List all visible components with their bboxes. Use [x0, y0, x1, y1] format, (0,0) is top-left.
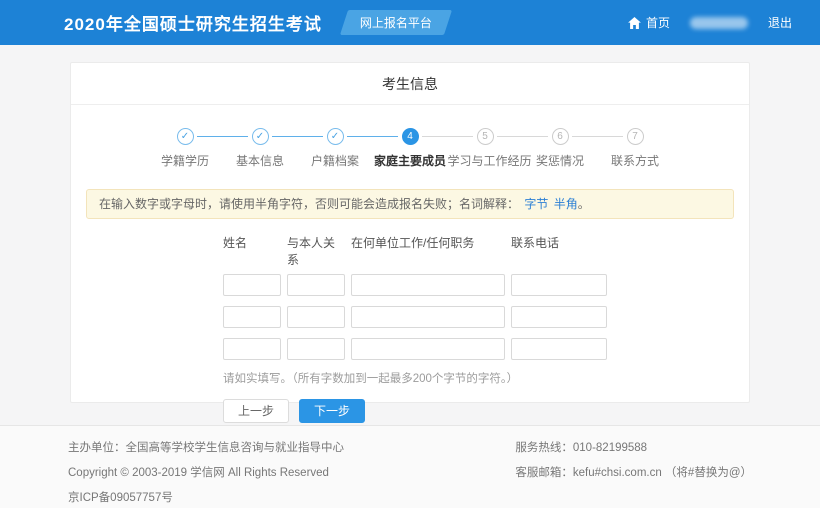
step-contact-info[interactable]: 7 联系方式 — [598, 128, 673, 169]
icp-number: 京ICP备09057757号 — [68, 489, 344, 505]
name-input-3[interactable] — [223, 338, 281, 360]
step-label: 联系方式 — [598, 152, 673, 169]
halfwidth-link[interactable]: 半角 — [554, 197, 578, 211]
byte-link[interactable]: 字节 — [524, 197, 548, 211]
relationship-input-1[interactable] — [287, 274, 345, 296]
name-input-2[interactable] — [223, 306, 281, 328]
masked-username[interactable] — [690, 17, 748, 29]
check-icon: ✓ — [327, 128, 344, 145]
member-row-3 — [223, 338, 749, 360]
family-members-form: 姓名 与本人关系 在何单位工作/任何职务 联系电话 请如实填写。（所有字数加到一… — [71, 219, 749, 423]
step-student-status[interactable]: ✓ 学籍学历 — [148, 128, 223, 169]
fill-truthfully-note: 请如实填写。（所有字数加到一起最多200个字节的字符。） — [223, 370, 749, 386]
step-number: 4 — [402, 128, 419, 145]
home-icon — [628, 17, 641, 29]
notice-text: 在输入数字或字母时，请使用半角字符，否则可能会造成报名失败；名词解释： — [99, 197, 519, 211]
workunit-input-2[interactable] — [351, 306, 505, 328]
next-step-button[interactable]: 下一步 — [299, 399, 365, 423]
col-name: 姓名 — [223, 234, 281, 268]
step-number: 5 — [477, 128, 494, 145]
phone-input-3[interactable] — [511, 338, 607, 360]
page-footer: 主办单位：全国高等学校学生信息咨询与就业指导中心 Copyright © 200… — [0, 425, 820, 508]
form-actions: 上一步 下一步 — [223, 399, 749, 423]
col-phone: 联系电话 — [511, 234, 607, 268]
workunit-input-1[interactable] — [351, 274, 505, 296]
copyright-text: Copyright © 2003-2019 学信网 All Rights Res… — [68, 464, 344, 480]
footer-right: 服务热线：010-82199588 客服邮箱：kefu#chsi.com.cn … — [515, 439, 752, 508]
step-rewards-punishments[interactable]: 6 奖惩情况 — [523, 128, 598, 169]
previous-step-button[interactable]: 上一步 — [223, 399, 289, 423]
service-email: 客服邮箱：kefu#chsi.com.cn （将#替换为@） — [515, 464, 752, 480]
member-row-1 — [223, 274, 749, 296]
step-label: 家庭主要成员 — [373, 152, 448, 169]
member-row-2 — [223, 306, 749, 328]
step-progress: ✓ 学籍学历 ✓ 基本信息 ✓ 户籍档案 4 家庭主要成员 5 学习与工作经历 … — [71, 105, 749, 169]
notice-suffix: 。 — [578, 197, 590, 211]
service-hotline: 服务热线：010-82199588 — [515, 439, 752, 455]
site-title: 2020年全国硕士研究生招生考试 — [64, 10, 322, 35]
organizer-text: 主办单位：全国高等学校学生信息咨询与就业指导中心 — [68, 439, 344, 455]
step-label: 学习与工作经历 — [448, 152, 523, 169]
step-family-members[interactable]: 4 家庭主要成员 — [373, 128, 448, 169]
page-title: 考生信息 — [71, 63, 749, 105]
step-study-work-history[interactable]: 5 学习与工作经历 — [448, 128, 523, 169]
col-workunit-position: 在何单位工作/任何职务 — [351, 234, 505, 268]
workunit-input-3[interactable] — [351, 338, 505, 360]
step-label: 基本信息 — [223, 152, 298, 169]
platform-badge: 网上报名平台 — [344, 10, 448, 35]
step-label: 学籍学历 — [148, 152, 223, 169]
name-input-1[interactable] — [223, 274, 281, 296]
step-label: 户籍档案 — [298, 152, 373, 169]
check-icon: ✓ — [252, 128, 269, 145]
step-label: 奖惩情况 — [523, 152, 598, 169]
footer-left: 主办单位：全国高等学校学生信息咨询与就业指导中心 Copyright © 200… — [68, 439, 344, 508]
relationship-input-2[interactable] — [287, 306, 345, 328]
logout-link[interactable]: 退出 — [768, 14, 792, 31]
check-icon: ✓ — [177, 128, 194, 145]
phone-input-1[interactable] — [511, 274, 607, 296]
step-household-archive[interactable]: ✓ 户籍档案 — [298, 128, 373, 169]
candidate-info-card: 考生信息 ✓ 学籍学历 ✓ 基本信息 ✓ 户籍档案 4 家庭主要成员 5 学习与… — [70, 62, 750, 403]
step-basic-info[interactable]: ✓ 基本信息 — [223, 128, 298, 169]
platform-badge-label: 网上报名平台 — [360, 16, 432, 30]
step-number: 6 — [552, 128, 569, 145]
step-number: 7 — [627, 128, 644, 145]
home-link[interactable]: 首页 — [628, 14, 670, 31]
header-nav: 首页 退出 — [628, 14, 792, 31]
col-relationship: 与本人关系 — [287, 234, 345, 268]
halfwidth-notice: 在输入数字或字母时，请使用半角字符，否则可能会造成报名失败；名词解释： 字节 半… — [86, 189, 734, 219]
home-link-label: 首页 — [646, 14, 670, 31]
top-header: 2020年全国硕士研究生招生考试 网上报名平台 首页 退出 — [0, 0, 820, 45]
phone-input-2[interactable] — [511, 306, 607, 328]
form-header-row: 姓名 与本人关系 在何单位工作/任何职务 联系电话 — [223, 234, 749, 268]
relationship-input-3[interactable] — [287, 338, 345, 360]
